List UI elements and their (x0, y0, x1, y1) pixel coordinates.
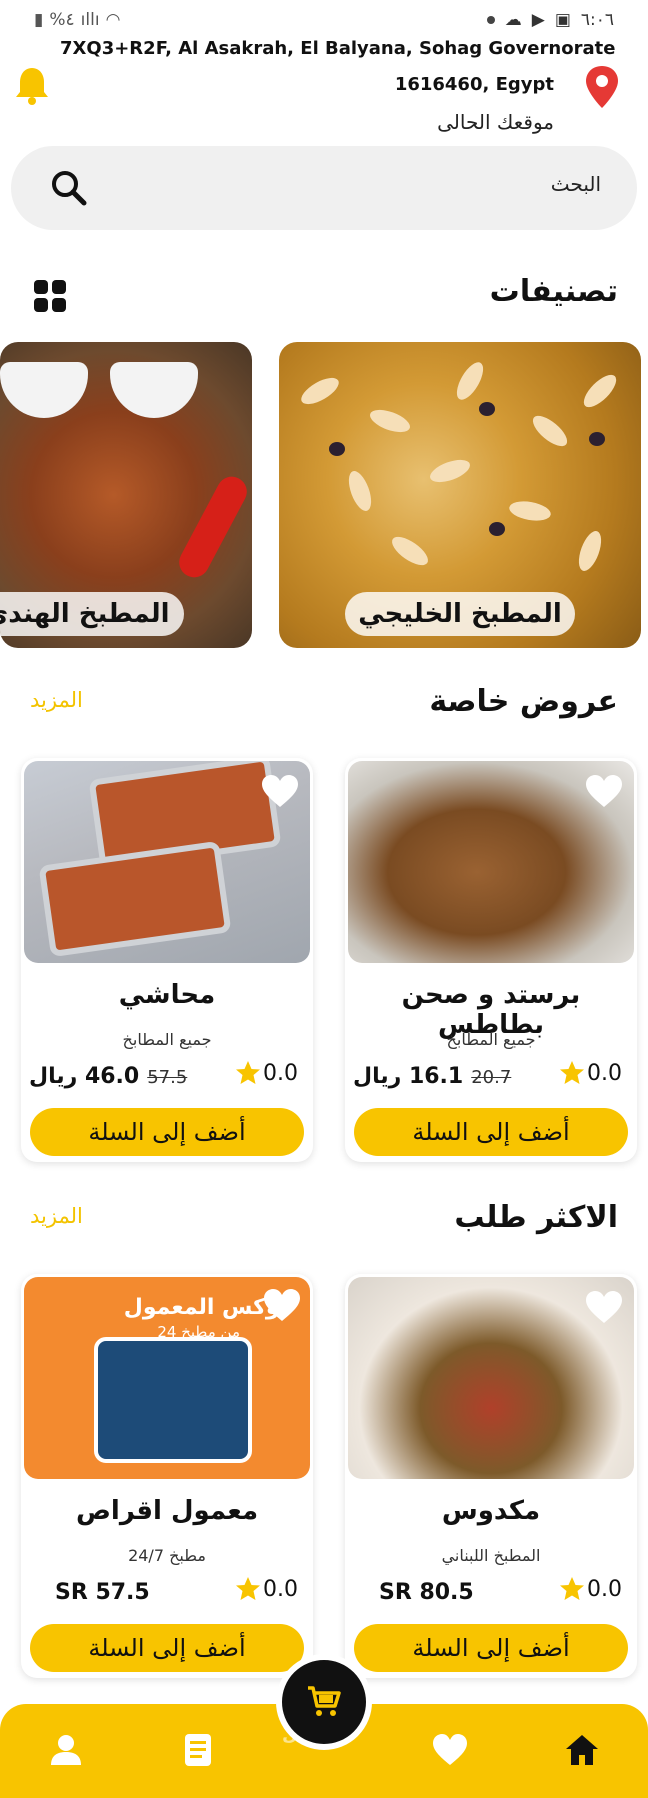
product-rating: 0.0 (235, 1060, 298, 1086)
poster-phone-graphic (94, 1337, 252, 1463)
product-price: SR 80.5 (379, 1580, 474, 1605)
product-category: مطبخ 24/7 (128, 1546, 206, 1565)
search-icon[interactable] (49, 168, 89, 208)
rating-value: 0.0 (263, 1060, 298, 1086)
profile-icon[interactable] (48, 1732, 84, 1768)
product-card[interactable]: بوكس المعمول من مطبخ 24 معمول اقراص مطبخ… (21, 1274, 313, 1678)
bell-icon[interactable] (12, 64, 52, 108)
category-card-gulf[interactable]: المطبخ الخليجي (279, 342, 641, 648)
battery-level: %٤ (49, 10, 75, 30)
product-image (24, 761, 310, 963)
cart-icon (308, 1686, 341, 1716)
product-rating: 0.0 (235, 1576, 298, 1602)
notification-dot-icon (486, 16, 495, 24)
youtube-icon: ▶ (531, 10, 545, 30)
product-name: مكدوس (441, 1496, 541, 1526)
product-name: محاشي (118, 980, 216, 1010)
product-image: بوكس المعمول من مطبخ 24 (24, 1277, 310, 1479)
star-icon (236, 1577, 260, 1600)
product-rating: 0.0 (559, 1060, 622, 1086)
star-icon (236, 1061, 260, 1084)
add-to-cart-button[interactable]: أضف إلى السلة (354, 1624, 628, 1672)
cloud-icon: ☁ (504, 10, 522, 30)
special-offers-more-link[interactable]: المزيد (30, 688, 83, 712)
special-offers-title: عروض خاصة (429, 684, 618, 719)
star-icon (560, 1577, 584, 1600)
product-price: 16.1 ريال (353, 1064, 464, 1089)
rating-value: 0.0 (587, 1576, 622, 1602)
address-line-1: 7XQ3+R2F, Al Asakrah, El Balyana, Sohag … (60, 38, 616, 59)
search-input[interactable]: البحث (551, 172, 601, 196)
address-line-2: 1616460, Egypt (394, 74, 554, 95)
price-group: 46.0 ريال 57.5 (29, 1064, 187, 1089)
orders-icon[interactable] (180, 1732, 216, 1768)
product-price: SR 57.5 (55, 1580, 150, 1605)
status-time: ٦:٠٦ (580, 10, 614, 30)
product-price: 46.0 ريال (29, 1064, 140, 1089)
location-pin-icon[interactable] (582, 64, 622, 110)
status-left: ▮ %٤ ıllı ◠ (34, 10, 120, 30)
price-group: 16.1 ريال 20.7 (353, 1064, 511, 1089)
price-group: SR 57.5 (55, 1580, 150, 1605)
product-card[interactable]: برستد و صحن بطاطس جميع المطابخ 16.1 ريال… (345, 758, 637, 1162)
status-right: ☁ ▶ ▣ ٦:٠٦ (486, 10, 614, 30)
star-icon (560, 1061, 584, 1084)
product-image (348, 761, 634, 963)
category-label: المطبخ الهندي (0, 592, 184, 636)
product-old-price: 57.5 (147, 1067, 188, 1088)
add-to-cart-button[interactable]: أضف إلى السلة (30, 1108, 304, 1156)
current-location-label[interactable]: موقعك الحالى (300, 110, 554, 134)
product-category: جميع المطابخ (122, 1030, 212, 1049)
grid-icon[interactable] (34, 280, 66, 312)
heart-icon[interactable] (262, 1287, 302, 1323)
battery-icon: ▮ (34, 10, 44, 30)
gallery-icon: ▣ (554, 10, 571, 30)
favorites-icon[interactable] (432, 1732, 468, 1768)
product-image (348, 1277, 634, 1479)
product-old-price: 20.7 (471, 1067, 512, 1088)
search-bar[interactable]: البحث (11, 146, 637, 230)
product-card[interactable]: محاشي جميع المطابخ 46.0 ريال 57.5 0.0 أض… (21, 758, 313, 1162)
category-card-indian[interactable]: المطبخ الهندي (0, 342, 252, 648)
heart-icon[interactable] (260, 773, 300, 809)
product-name: معمول اقراص (75, 1496, 259, 1526)
rating-value: 0.0 (587, 1060, 622, 1086)
product-card[interactable]: مكدوس المطبخ اللبناني SR 80.5 0.0 أضف إل… (345, 1274, 637, 1678)
category-label: المطبخ الخليجي (345, 592, 575, 636)
add-to-cart-button[interactable]: أضف إلى السلة (30, 1624, 304, 1672)
product-category: المطبخ اللبناني (441, 1546, 541, 1565)
rating-value: 0.0 (263, 1576, 298, 1602)
add-to-cart-button[interactable]: أضف إلى السلة (354, 1108, 628, 1156)
wifi-icon: ◠ (105, 10, 121, 30)
heart-icon[interactable] (584, 1289, 624, 1325)
product-rating: 0.0 (559, 1576, 622, 1602)
product-category: جميع المطابخ (446, 1030, 536, 1049)
most-ordered-title: الاكثر طلب (454, 1200, 618, 1235)
most-ordered-more-link[interactable]: المزيد (30, 1204, 83, 1228)
home-icon[interactable] (564, 1732, 600, 1768)
heart-icon[interactable] (584, 773, 624, 809)
categories-title: تصنيفات (489, 274, 618, 309)
cart-button[interactable] (276, 1654, 372, 1750)
signal-icon: ıllı (80, 10, 100, 30)
price-group: SR 80.5 (379, 1580, 474, 1605)
